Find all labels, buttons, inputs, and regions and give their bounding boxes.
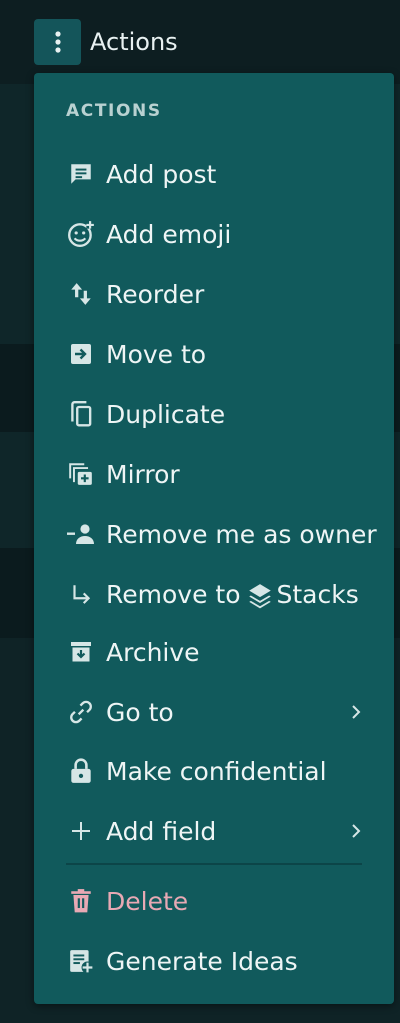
menu-section-label: ACTIONS [66,101,162,121]
menu-item-label: Add post [106,159,217,189]
menu-item-label: Make confidential [106,756,327,786]
menu-item-label: Mirror [106,459,180,489]
menu-item-move-to[interactable]: Move to [34,326,394,382]
menu-item-duplicate[interactable]: Duplicate [34,386,394,442]
menu-item-label: Duplicate [106,399,226,429]
menu-item-label: Reorder [106,279,205,309]
menu-item-label: Add emoji [106,219,232,249]
label-suffix: Stacks [276,580,359,609]
menu-item-label: Remove me as owner [106,519,377,549]
generate-icon [65,945,97,977]
menu-item-label: Add field [106,816,217,846]
menu-item-generate-ideas[interactable]: Generate Ideas [34,933,394,989]
link-icon [65,696,97,728]
lock-icon [65,755,97,787]
actions-dropdown-menu: ACTIONS Add post Add emoji Reorder Move … [34,73,394,1004]
chevron-right-icon [348,700,364,724]
menu-item-add-field[interactable]: Add field [34,803,394,859]
return-arrow-icon [65,579,97,611]
actions-menu-button[interactable] [34,19,81,65]
reorder-icon [65,278,97,310]
plus-icon [65,815,97,847]
menu-item-label: Generate Ideas [106,946,298,976]
menu-item-remove-owner[interactable]: Remove me as owner [34,506,394,562]
mirror-icon [65,458,97,490]
menu-item-delete[interactable]: Delete [34,873,394,929]
menu-divider [66,863,362,865]
trash-icon [65,885,97,917]
menu-item-make-confidential[interactable]: Make confidential [34,743,394,799]
vertical-dots-icon [54,31,61,53]
menu-item-label: Move to [106,339,207,369]
menu-item-label: Delete [106,886,189,916]
menu-item-go-to[interactable]: Go to [34,684,394,740]
menu-item-label: Archive [106,637,200,667]
menu-item-label: Go to [106,697,174,727]
remove-owner-icon [65,518,97,550]
top-bar: Actions [0,0,400,84]
menu-item-add-emoji[interactable]: Add emoji [34,206,394,262]
actions-title: Actions [90,28,178,56]
post-icon [65,158,97,190]
menu-item-remove-to-stacks[interactable]: Remove to Stacks [34,567,394,623]
menu-item-reorder[interactable]: Reorder [34,266,394,322]
chevron-right-icon [348,819,364,843]
stacks-icon [248,584,271,609]
move-icon [65,338,97,370]
menu-item-mirror[interactable]: Mirror [34,446,394,502]
duplicate-icon [65,398,97,430]
archive-icon [65,636,97,668]
menu-item-archive[interactable]: Archive [34,624,394,680]
emoji-add-icon [65,218,97,250]
menu-item-label: Remove to Stacks [106,580,359,610]
label-prefix: Remove to [106,580,241,609]
menu-item-add-post[interactable]: Add post [34,146,394,202]
